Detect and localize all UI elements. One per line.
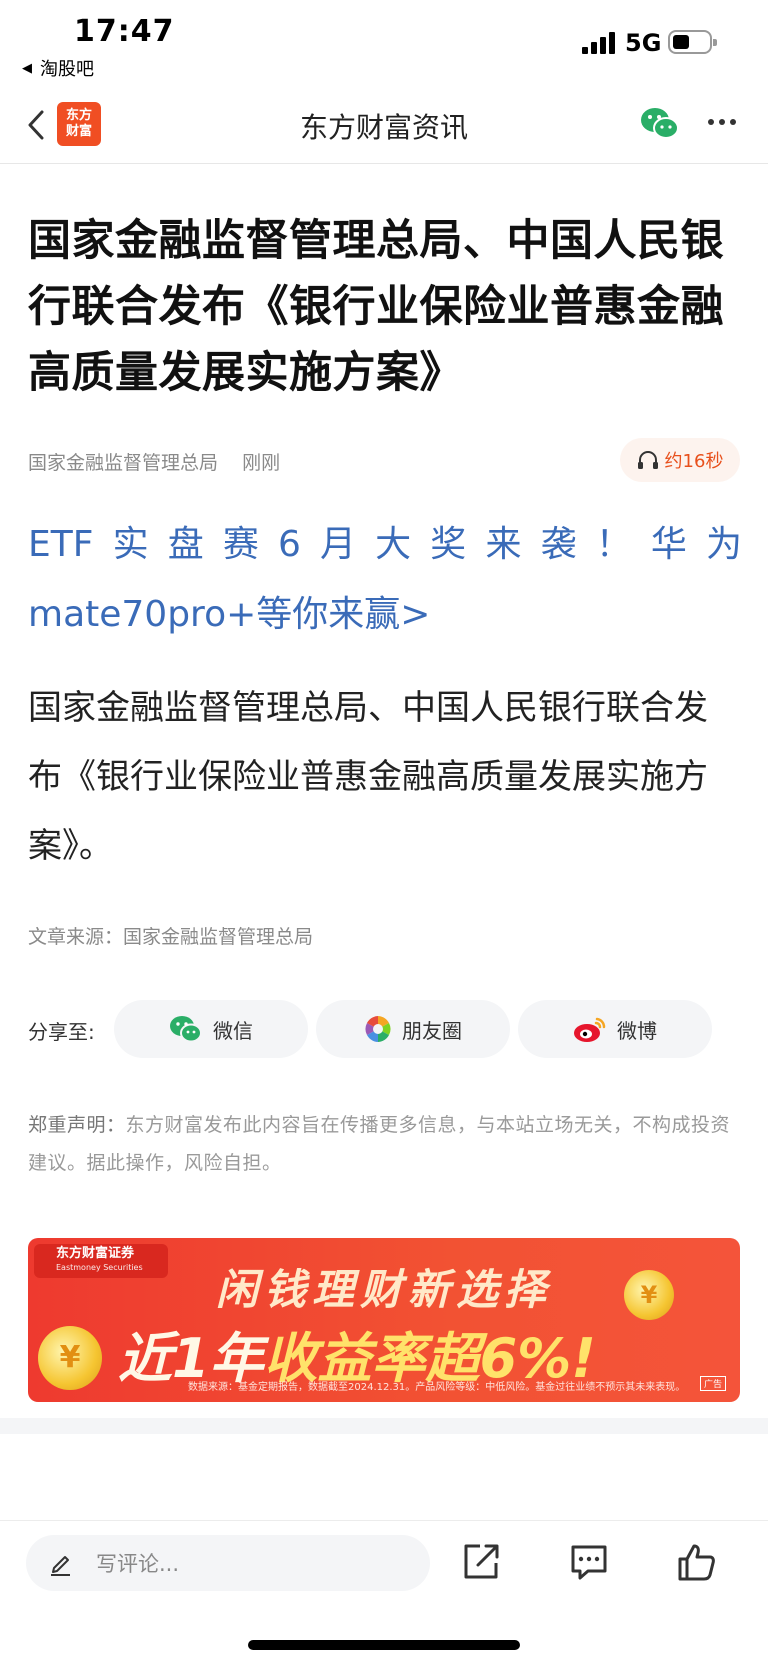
- comment-input[interactable]: 写评论...: [26, 1535, 430, 1591]
- nav-bar: 东方 财富 东方财富资讯: [0, 86, 768, 164]
- article-body: 国家金融监督管理总局、中国人民银行联合发布《银行业保险业普惠金融高质量发展实施方…: [28, 688, 708, 866]
- back-app-label: 淘股吧: [40, 59, 94, 80]
- share-weibo-label: 微博: [617, 1018, 657, 1043]
- etf-promo-link[interactable]: ETF实盘赛6月大奖来袭！华为mate70pro+等你来赢>: [28, 510, 742, 650]
- listen-button[interactable]: 约16秒: [620, 438, 740, 482]
- article-meta: 国家金融监督管理总局 刚刚: [28, 448, 280, 475]
- cellular-signal-icon: [582, 32, 615, 54]
- ad-tag: 广告: [699, 1376, 726, 1391]
- battery-icon: [668, 30, 717, 54]
- article-headline: 国家金融监督管理总局、中国人民银行联合发布《银行业保险业普惠金融高质量发展实施方…: [28, 216, 724, 398]
- share-weibo-button[interactable]: 微博: [518, 1000, 712, 1058]
- article-time: 刚刚: [242, 452, 281, 474]
- wechat-icon: [170, 1016, 202, 1043]
- section-divider: [0, 1418, 768, 1434]
- share-row: 分享至: 微信 朋友圈 微博: [28, 1000, 742, 1058]
- share-moments-label: 朋友圈: [402, 1018, 462, 1043]
- disclaimer-title: 郑重声明：: [28, 1114, 126, 1136]
- status-bar: 17:47 ◀ 淘股吧 5G: [0, 0, 768, 86]
- status-time: 17:47: [74, 14, 175, 49]
- back-triangle-icon: ◀: [22, 60, 32, 76]
- disclaimer: 郑重声明：东方财富发布此内容旨在传播更多信息，与本站立场无关，不构成投资建议。据…: [28, 1106, 740, 1182]
- thumbs-up-icon[interactable]: [676, 1541, 718, 1583]
- network-type: 5G: [625, 29, 662, 57]
- listen-duration: 约16秒: [664, 451, 724, 472]
- more-options-icon[interactable]: [706, 116, 738, 128]
- coin-icon: ¥: [38, 1326, 102, 1390]
- share-wechat-button[interactable]: 微信: [114, 1000, 308, 1058]
- coin-icon: ¥: [624, 1270, 674, 1320]
- moments-icon: [365, 1016, 391, 1042]
- share-label: 分享至:: [28, 1020, 95, 1044]
- pencil-icon: [51, 1556, 70, 1576]
- article-source: 文章来源：国家金融监督管理总局: [28, 926, 314, 948]
- weibo-icon: [574, 1017, 606, 1042]
- ad-fine-print: 数据来源：基金定期报告，数据截至2024.12.31。产品风险等级：中低风险。基…: [188, 1382, 686, 1393]
- back-to-app-link[interactable]: ◀ 淘股吧: [22, 55, 94, 81]
- share-moments-button[interactable]: 朋友圈: [316, 1000, 510, 1058]
- disclaimer-text: 东方财富发布此内容旨在传播更多信息，与本站立场无关，不构成投资建议。据此操作，风…: [28, 1114, 731, 1174]
- wechat-share-icon[interactable]: [640, 106, 680, 142]
- article-author[interactable]: 国家金融监督管理总局: [28, 452, 218, 474]
- headphones-icon: [637, 451, 658, 469]
- share-out-icon[interactable]: [460, 1541, 502, 1583]
- comment-placeholder: 写评论...: [96, 1552, 180, 1576]
- comment-icon[interactable]: [568, 1541, 610, 1583]
- ad-banner[interactable]: 东方财富证券 Eastmoney Securities 闲钱理财新选择 ¥ ¥ …: [28, 1238, 740, 1402]
- home-indicator[interactable]: [248, 1640, 520, 1650]
- share-wechat-label: 微信: [213, 1018, 253, 1043]
